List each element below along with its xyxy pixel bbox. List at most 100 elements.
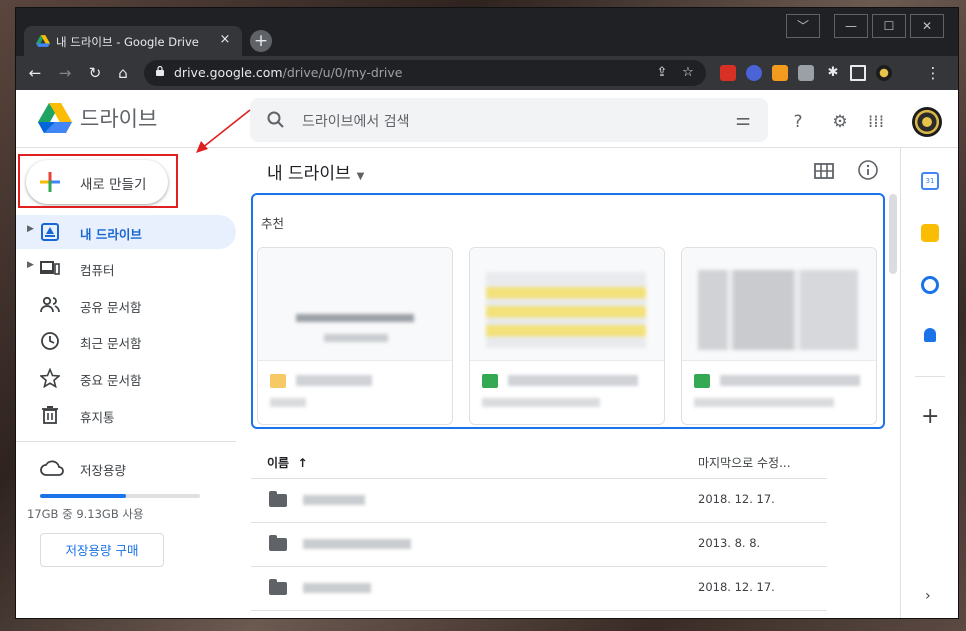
tasks-icon[interactable] xyxy=(921,276,939,294)
search-bar[interactable]: 드라이브에서 검색 ⚌ xyxy=(250,98,768,142)
storage-progress-fill xyxy=(40,494,127,498)
modified-date: 2018. 12. 17. xyxy=(698,580,775,594)
modified-column-header[interactable]: 마지막으로 수정... xyxy=(698,454,791,471)
help-icon[interactable]: ? xyxy=(786,110,810,134)
table-row[interactable]: 2018. 12. 17. xyxy=(251,566,827,611)
sidebar-divider xyxy=(16,441,236,442)
search-options-icon[interactable]: ⚌ xyxy=(732,109,754,131)
extension-blue-icon[interactable] xyxy=(746,65,762,81)
folder-name-blurred xyxy=(303,495,365,505)
browser-menu-icon[interactable]: ⋮ xyxy=(922,62,944,84)
file-list-header: 이름 ↑ 마지막으로 수정... xyxy=(251,444,827,479)
settings-gear-icon[interactable]: ⚙ xyxy=(828,110,852,134)
new-tab-button[interactable]: + xyxy=(250,30,272,52)
clock-icon xyxy=(41,332,59,350)
file-subtitle-blurred xyxy=(482,398,600,407)
title-bar: 내 드라이브 - Google Drive × + ﹀ — ☐ ✕ xyxy=(16,8,958,56)
star-icon xyxy=(40,368,60,388)
tab-search-button[interactable]: ﹀ xyxy=(786,14,820,38)
extension-red-icon[interactable] xyxy=(720,65,736,81)
minimize-button[interactable]: — xyxy=(834,14,868,38)
suggested-file-card[interactable] xyxy=(469,247,665,425)
drive-brand-text[interactable]: 드라이브 xyxy=(80,103,157,133)
sidebar-item-shared[interactable]: 공유 문서함 xyxy=(16,288,236,322)
forward-icon[interactable]: → xyxy=(54,62,76,84)
name-column-header[interactable]: 이름 ↑ xyxy=(267,454,308,471)
sidebar-item-recent[interactable]: 최근 문서함 xyxy=(16,324,236,358)
buy-storage-button[interactable]: 저장용량 구매 xyxy=(40,533,164,567)
modified-date: 2013. 8. 8. xyxy=(698,536,761,550)
sidebar-item-label: 컴퓨터 xyxy=(80,263,115,278)
bookmark-star-icon[interactable]: ☆ xyxy=(678,63,698,83)
file-name-blurred xyxy=(720,375,860,386)
storage-label[interactable]: 저장용량 xyxy=(80,460,126,479)
side-panel-icon[interactable] xyxy=(850,65,866,81)
extensions-puzzle-icon[interactable]: ✱ xyxy=(822,62,844,84)
browser-tab[interactable]: 내 드라이브 - Google Drive × xyxy=(24,26,242,56)
expand-caret-icon[interactable]: ▶ xyxy=(27,224,34,234)
profile-avatar-small[interactable] xyxy=(876,65,892,81)
folder-icon xyxy=(269,491,287,507)
sort-arrow-icon: ↑ xyxy=(297,456,308,470)
folder-icon xyxy=(269,579,287,595)
suggested-file-card[interactable] xyxy=(681,247,877,425)
close-window-button[interactable]: ✕ xyxy=(910,14,944,38)
address-bar[interactable]: drive.google.com/drive/u/0/my-drive ⇪ ☆ xyxy=(144,60,706,86)
google-drive-logo-icon[interactable] xyxy=(38,103,72,133)
scrollbar-thumb[interactable] xyxy=(889,194,897,274)
info-icon[interactable] xyxy=(857,159,879,181)
page-title[interactable]: 내 드라이브 ▼ xyxy=(267,159,364,184)
reload-icon[interactable]: ↻ xyxy=(84,62,106,84)
recommended-section: 추천 xyxy=(251,193,885,429)
apps-grid-icon[interactable]: ⁞⁞⁞ xyxy=(864,110,888,134)
modified-date: 2018. 12. 17. xyxy=(698,492,775,506)
drive-header: 드라이브 드라이브에서 검색 ⚌ ? ⚙ ⁞⁞⁞ xyxy=(16,90,958,148)
search-icon[interactable] xyxy=(266,110,286,130)
file-thumbnail xyxy=(682,248,876,361)
table-row[interactable]: 2018. 12. 17. xyxy=(251,478,827,523)
annotation-arrow xyxy=(196,109,251,153)
shared-icon xyxy=(40,296,60,313)
keep-icon[interactable] xyxy=(921,224,939,242)
recommended-label: 추천 xyxy=(261,216,285,231)
side-panel-rail: 31 + › xyxy=(900,148,958,618)
sidebar-item-computers[interactable]: ▶ 컴퓨터 xyxy=(16,251,236,285)
lock-icon xyxy=(156,66,164,76)
add-addon-icon[interactable]: + xyxy=(921,404,939,429)
tab-close-icon[interactable]: × xyxy=(216,31,234,49)
sidebar-item-label: 중요 문서함 xyxy=(80,373,142,388)
folder-icon xyxy=(269,535,287,551)
sidebar-item-label: 최근 문서함 xyxy=(80,336,142,351)
home-icon[interactable]: ⌂ xyxy=(112,62,134,84)
browser-toolbar: ← → ↻ ⌂ drive.google.com/drive/u/0/my-dr… xyxy=(16,56,958,90)
sidebar-item-my-drive[interactable]: ▶ 내 드라이브 xyxy=(16,215,236,249)
storage-progress-bar xyxy=(40,494,200,498)
account-avatar[interactable] xyxy=(912,107,942,137)
sidebar-item-label: 공유 문서함 xyxy=(80,300,142,315)
computer-icon xyxy=(40,261,60,275)
my-drive-icon xyxy=(41,223,59,241)
share-icon[interactable]: ⇪ xyxy=(652,63,672,83)
table-row[interactable]: 2013. 8. 8. xyxy=(251,522,827,567)
chevron-right-icon[interactable]: › xyxy=(925,588,931,604)
contacts-icon[interactable] xyxy=(924,328,936,342)
sidebar-item-trash[interactable]: 휴지통 xyxy=(16,398,236,432)
sidebar-item-label: 휴지통 xyxy=(80,410,115,425)
sidebar-item-starred[interactable]: 중요 문서함 xyxy=(16,361,236,395)
expand-caret-icon[interactable]: ▶ xyxy=(27,260,34,270)
grid-view-icon[interactable] xyxy=(813,160,835,182)
slides-file-icon xyxy=(270,374,286,388)
file-thumbnail xyxy=(470,248,664,361)
trash-icon xyxy=(42,406,58,424)
maximize-button[interactable]: ☐ xyxy=(872,14,906,38)
annotation-highlight-box xyxy=(18,154,178,208)
back-icon[interactable]: ← xyxy=(24,62,46,84)
camera-extension-icon[interactable] xyxy=(798,65,814,81)
extension-shield-icon[interactable] xyxy=(772,65,788,81)
file-thumbnail xyxy=(258,248,452,361)
calendar-icon[interactable]: 31 xyxy=(921,172,939,190)
google-drive-favicon-icon xyxy=(36,35,50,47)
tab-title: 내 드라이브 - Google Drive xyxy=(56,35,199,49)
suggested-file-card[interactable] xyxy=(257,247,453,425)
search-placeholder: 드라이브에서 검색 xyxy=(302,114,410,130)
